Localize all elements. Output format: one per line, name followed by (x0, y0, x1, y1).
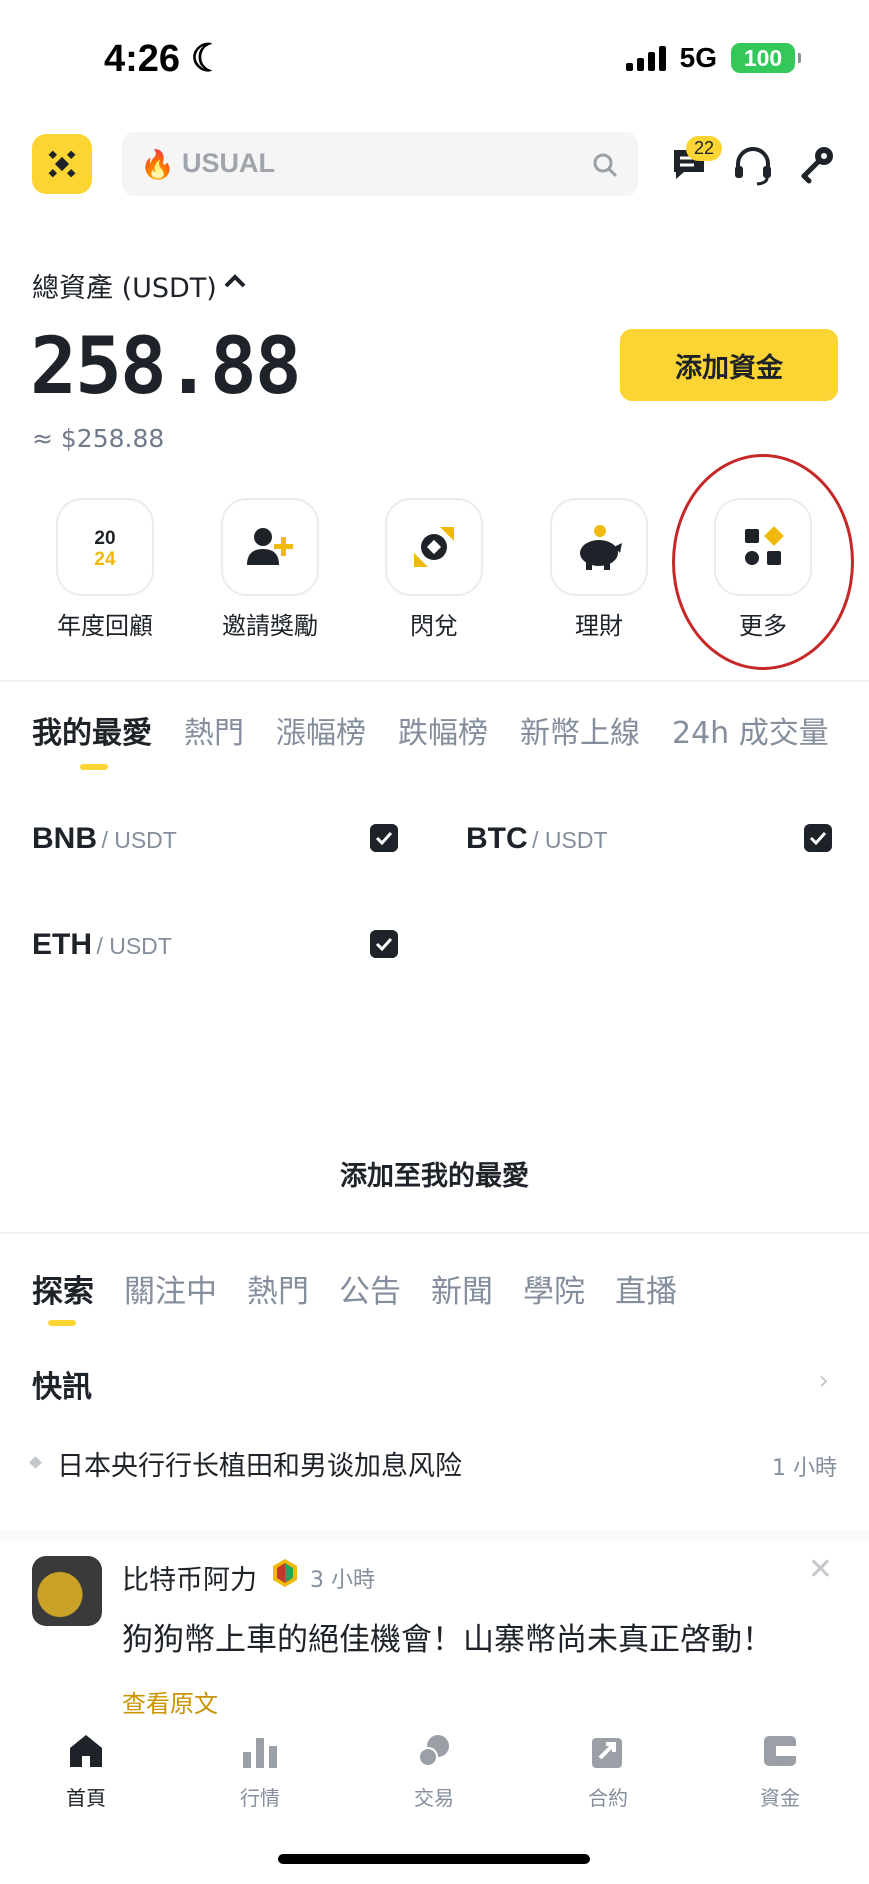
quick-action-earn[interactable]: 理財 (534, 498, 664, 641)
nav-label: 資金 (760, 1786, 800, 1810)
favorite-pair-btc[interactable]: BTC / USDT (466, 822, 608, 856)
nav-markets[interactable]: 行情 (200, 1732, 320, 1811)
quick-action-convert[interactable]: 閃兌 (369, 498, 499, 641)
close-icon[interactable]: ✕ (808, 1552, 833, 1587)
nav-trade[interactable]: 交易 (374, 1732, 494, 1811)
view-original-link[interactable]: 查看原文 (122, 1684, 218, 1719)
binance-logo-icon[interactable] (32, 134, 92, 194)
nav-label: 首頁 (66, 1786, 106, 1810)
section-divider (0, 1530, 869, 1540)
trade-icon (418, 1735, 449, 1767)
messages-badge: 22 (686, 136, 723, 161)
total-assets-value: 258.88 (30, 322, 302, 412)
tab-announcements[interactable]: 公告 (339, 1266, 401, 1311)
signal-icon (625, 45, 666, 71)
tab-hot[interactable]: 熱門 (184, 708, 244, 752)
feed-tabs: 探索 關注中 熱門 公告 新聞 學院 直播 (32, 1266, 677, 1311)
nav-assets[interactable]: 資金 (720, 1732, 840, 1811)
avatar[interactable] (32, 1556, 102, 1626)
checkbox-checked-icon[interactable] (370, 930, 398, 958)
wallet-icon (764, 1736, 796, 1766)
red-circle-annotation (672, 454, 854, 670)
tab-favorites[interactable]: 我的最愛 (32, 708, 152, 752)
quick-action-label: 邀請獎勵 (222, 612, 318, 640)
tab-new-listings[interactable]: 新幣上線 (520, 708, 640, 752)
tab-losers[interactable]: 跌幅榜 (398, 708, 488, 752)
tab-24h-volume[interactable]: 24h 成交量 (672, 708, 829, 752)
quick-action-label: 理財 (575, 612, 623, 640)
add-to-favorites-button[interactable]: 添加至我的最愛 (0, 1154, 869, 1193)
search-icon[interactable] (592, 152, 618, 178)
chevron-up-icon[interactable] (222, 270, 248, 292)
key-link-icon[interactable] (794, 142, 840, 188)
active-tab-indicator (80, 764, 108, 770)
svg-text:24: 24 (94, 549, 116, 570)
favorite-pair-eth[interactable]: ETH / USDT (32, 928, 172, 962)
favorite-pair-bnb[interactable]: BNB / USDT (32, 822, 177, 856)
network-type: 5G (679, 42, 717, 73)
tab-live[interactable]: 直播 (615, 1266, 677, 1311)
tab-gainers[interactable]: 漲幅榜 (276, 708, 366, 752)
add-funds-button[interactable]: 添加資金 (620, 329, 838, 401)
quick-action-annual-review[interactable]: 20 24 年度回顧 (40, 498, 170, 641)
post-time: 3 小時 (310, 1568, 375, 1593)
quick-action-label: 閃兌 (410, 612, 458, 640)
moon-icon: ☾ (180, 38, 225, 80)
total-assets-label[interactable]: 總資產 (USDT) (32, 266, 217, 305)
tab-trending[interactable]: 熱門 (247, 1266, 309, 1311)
quick-action-invite[interactable]: 邀請獎勵 (205, 498, 335, 641)
checkbox-checked-icon[interactable] (370, 824, 398, 852)
invite-user-icon (221, 498, 319, 596)
support-headset-icon[interactable] (730, 142, 776, 188)
svg-text:20: 20 (94, 528, 115, 549)
flash-news-item[interactable]: 日本央行行长植田和男谈加息风险 (57, 1444, 462, 1483)
search-input[interactable]: USUAL (182, 148, 275, 179)
verified-badge-icon (273, 1559, 297, 1587)
market-tabs: 我的最愛 熱門 漲幅榜 跌幅榜 新幣上線 24h 成交量 (32, 708, 829, 752)
fiat-equivalent: ≈ $258.88 (32, 424, 165, 453)
active-tab-indicator (48, 1320, 76, 1326)
futures-icon (592, 1738, 622, 1768)
battery-icon: 100 (731, 43, 801, 73)
section-divider (0, 1232, 869, 1234)
bar-chart-icon (243, 1738, 277, 1768)
home-indicator (278, 1854, 590, 1864)
post-text[interactable]: 狗狗幣上車的絕佳機會！山寨幣尚未真正啓動！ (122, 1614, 773, 1659)
quick-action-label: 年度回顧 (57, 612, 153, 640)
status-indicators: 5G 100 (625, 42, 801, 74)
tab-news[interactable]: 新聞 (431, 1266, 493, 1311)
piggy-bank-icon (550, 498, 648, 596)
home-icon (70, 1735, 102, 1767)
flash-news-title: 快訊 (32, 1370, 92, 1405)
bottom-navigation: 首頁 行情 交易 合約 資金 (0, 1720, 869, 1820)
nav-label: 交易 (414, 1786, 454, 1810)
tab-academy[interactable]: 學院 (523, 1266, 585, 1311)
tab-following[interactable]: 關注中 (124, 1266, 217, 1311)
tab-explore[interactable]: 探索 (32, 1266, 94, 1311)
checkbox-checked-icon[interactable] (804, 824, 832, 852)
section-divider (0, 680, 869, 682)
nav-futures[interactable]: 合約 (548, 1732, 668, 1811)
post-author[interactable]: 比特币阿力 (122, 1558, 257, 1597)
chevron-right-icon[interactable]: › (819, 1366, 829, 1396)
bullet-icon (29, 1456, 42, 1469)
nav-label: 行情 (240, 1786, 280, 1810)
search-bar[interactable]: 🔥 USUAL (122, 132, 638, 196)
nav-home[interactable]: 首頁 (26, 1732, 146, 1811)
flash-news-time: 1 小時 (772, 1456, 837, 1481)
status-time: 4:26 ☾ (104, 38, 225, 80)
nav-label: 合約 (588, 1786, 628, 1810)
convert-icon (385, 498, 483, 596)
2024-recap-icon: 20 24 (56, 498, 154, 596)
fire-icon: 🔥 (140, 148, 175, 181)
